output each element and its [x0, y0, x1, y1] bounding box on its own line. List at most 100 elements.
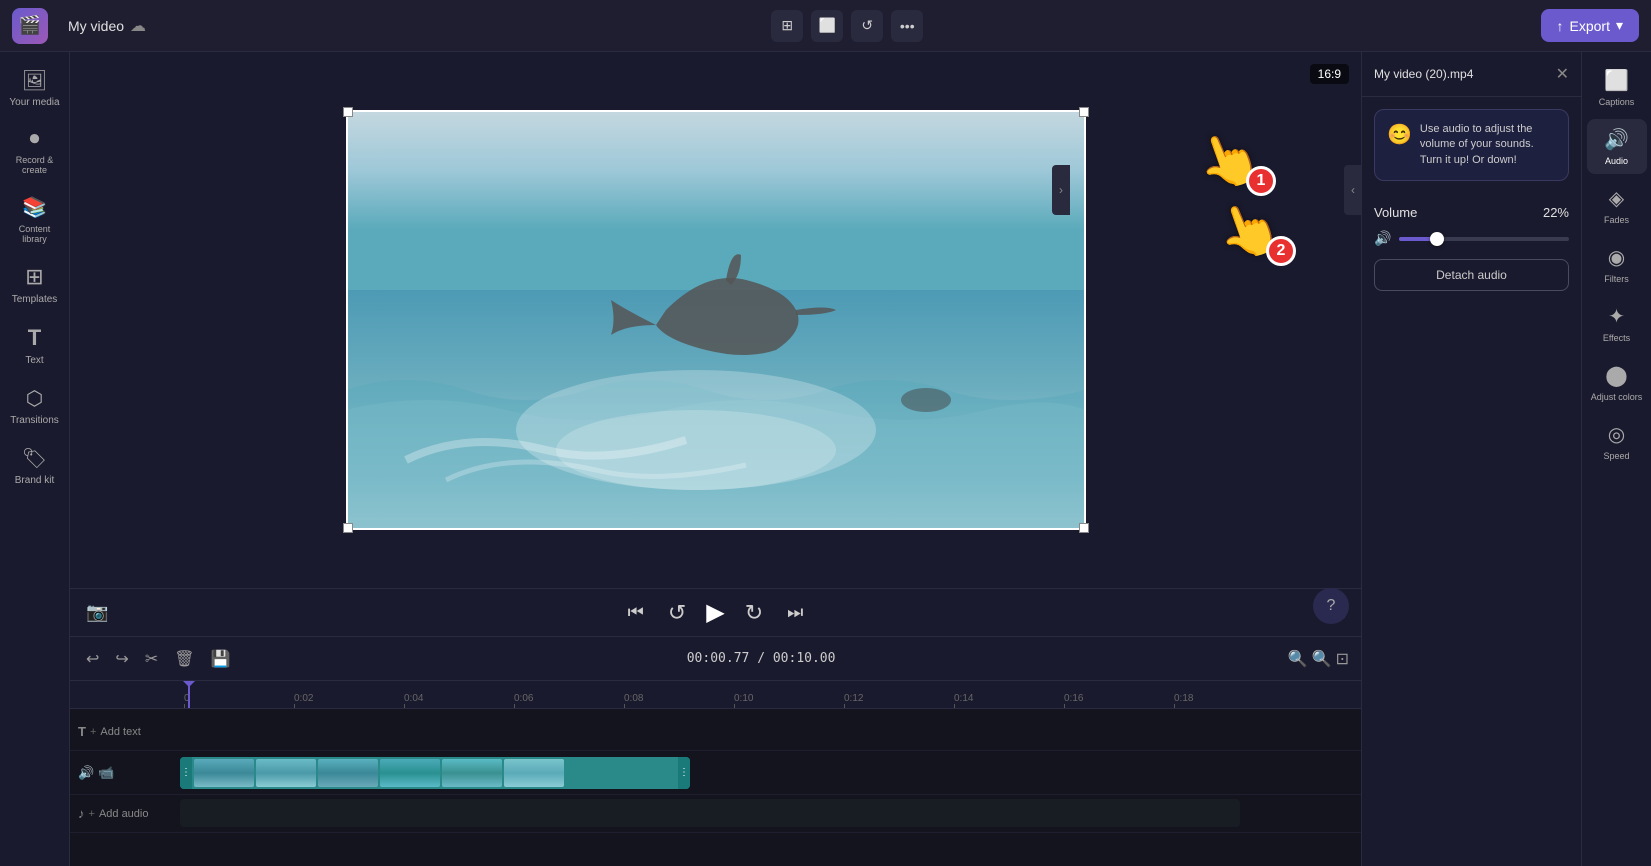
delete-button[interactable]: 🗑	[170, 645, 198, 673]
zoom-in-button[interactable]: 🔍	[1312, 649, 1332, 669]
right-panel: My video (20).mp4 ✕ 😊 Use audio to adjus…	[1361, 52, 1581, 866]
sidebar-item-your-media[interactable]: 🖼 Your media	[5, 60, 65, 116]
fades-icon: ◈	[1609, 186, 1624, 211]
sidebar-item-transitions[interactable]: ⬡ Transitions	[5, 378, 65, 434]
record-icon: ⏺	[30, 128, 40, 151]
close-panel-button[interactable]: ✕	[1556, 64, 1569, 84]
ruler-mark-14: 0:14	[954, 693, 1064, 704]
volume-value: 22%	[1543, 205, 1569, 220]
text-icon: T	[28, 325, 41, 351]
rotate-button[interactable]: ↺	[851, 10, 883, 42]
clip-thumbnail-6	[504, 759, 564, 787]
add-text-button[interactable]: Add text	[100, 726, 140, 738]
video-clip[interactable]: ⋮ ⋮	[180, 757, 690, 789]
content-library-icon: 📚	[22, 195, 47, 220]
volume-section: Volume 22% 🔊	[1362, 193, 1581, 259]
logo-icon: 🎬	[19, 15, 41, 36]
cut-button[interactable]: ✂	[141, 645, 162, 673]
app-logo: 🎬	[12, 8, 48, 44]
timeline-toolbar: ↩ ↪ ✂ 🗑 💾 00:00.77 / 00:10.00 🔍 🔍 ⊡	[70, 637, 1361, 681]
playhead[interactable]	[188, 681, 190, 708]
left-panel-expand-button[interactable]: ‹	[1344, 165, 1361, 215]
zoom-out-button[interactable]: 🔍	[1288, 649, 1308, 669]
text-track-content	[180, 714, 1361, 750]
help-button[interactable]: ?	[1313, 588, 1349, 624]
skip-forward-button[interactable]: ⏭	[783, 598, 807, 627]
sidebar-item-brand-kit[interactable]: 🏷 Brand kit	[5, 438, 65, 494]
more-options-button[interactable]: •••	[891, 10, 923, 42]
volume-slider[interactable]	[1399, 237, 1569, 241]
export-button[interactable]: ↑ Export ▾	[1541, 9, 1640, 42]
video-frame	[346, 110, 1086, 530]
ruler-mark-6: 0:06	[514, 693, 624, 704]
filters-panel-item[interactable]: ◉ Filters	[1587, 237, 1647, 292]
resize-button[interactable]: ⬜	[811, 10, 843, 42]
tooltip-text: Use audio to adjust the volume of your s…	[1420, 122, 1556, 168]
filters-icon: ◉	[1608, 245, 1625, 270]
crop-button[interactable]: ⊞	[771, 10, 803, 42]
sidebar-item-label: Text	[25, 355, 43, 366]
ruler-mark-8: 0:08	[624, 693, 734, 704]
cloud-save-icon: ☁	[130, 16, 146, 36]
current-time: 00:00.77	[687, 651, 750, 666]
timeline-content: 0 0:02 0:04 0:06 0:08 0:10 0:12 0:14 0:1…	[70, 681, 1361, 866]
clip-thumbnail-2	[256, 759, 316, 787]
captions-panel-item[interactable]: ⬜ Captions	[1587, 60, 1647, 115]
audio-panel-icon: 🔊	[1604, 127, 1629, 152]
audio-panel-item[interactable]: 🔊 Audio	[1587, 119, 1647, 174]
export-chevron-icon: ▾	[1616, 17, 1623, 34]
clip-left-handle[interactable]: ⋮	[180, 757, 192, 789]
audio-note-icon: ♪	[78, 806, 85, 821]
clip-right-handle[interactable]: ⋮	[678, 757, 690, 789]
dolphin-video	[346, 110, 1086, 530]
timeline-tracks: T + Add text 🔊 📹	[70, 709, 1361, 837]
time-display: 00:00.77 / 00:10.00	[242, 651, 1279, 666]
audio-track-content-area	[180, 796, 1361, 832]
adjust-colors-panel-item[interactable]: ⬤ Adjust colors	[1587, 355, 1647, 410]
effects-label: Effects	[1603, 333, 1630, 343]
aspect-ratio-badge[interactable]: 16:9	[1310, 64, 1349, 84]
adjust-colors-icon: ⬤	[1605, 363, 1627, 388]
add-audio-button[interactable]: Add audio	[99, 808, 149, 820]
save-frame-button[interactable]: 💾	[207, 645, 235, 673]
right-panel-collapse-button[interactable]: ›	[1052, 165, 1070, 215]
ruler-mark-18: 0:18	[1174, 693, 1284, 704]
screenshot-button[interactable]: 📷	[82, 598, 112, 627]
sidebar-item-content-library[interactable]: 📚 Content library	[5, 187, 65, 252]
fit-zoom-button[interactable]: ⊡	[1336, 649, 1349, 669]
effects-panel-item[interactable]: ✦ Effects	[1587, 296, 1647, 351]
tooltip-emoji: 😊	[1387, 122, 1412, 168]
fades-panel-item[interactable]: ◈ Fades	[1587, 178, 1647, 233]
filters-label: Filters	[1604, 274, 1629, 284]
forward-button[interactable]: ↻	[741, 596, 767, 630]
video-title-button[interactable]: My video ☁	[60, 12, 154, 40]
skip-back-button[interactable]: ⏮	[624, 598, 648, 627]
sidebar-item-text[interactable]: T Text	[5, 317, 65, 374]
add-audio-icon: +	[89, 808, 95, 820]
main-content: 🖼 Your media ⏺ Record &create 📚 Content …	[0, 52, 1651, 866]
rewind-button[interactable]: ↺	[664, 596, 690, 630]
total-time: 00:10.00	[773, 651, 836, 666]
fades-label: Fades	[1604, 215, 1629, 225]
sidebar-item-templates[interactable]: ⊞ Templates	[5, 256, 65, 313]
audio-panel-label: Audio	[1605, 156, 1628, 166]
captions-label: Captions	[1599, 97, 1635, 107]
play-button[interactable]: ▶	[706, 598, 724, 627]
video-preview: 16:9 › ‹	[70, 52, 1361, 588]
timeline-area: ↩ ↪ ✂ 🗑 💾 00:00.77 / 00:10.00 🔍 🔍 ⊡	[70, 636, 1361, 866]
right-panel-header: My video (20).mp4 ✕	[1362, 52, 1581, 97]
redo-button[interactable]: ↪	[111, 645, 132, 673]
detach-audio-button[interactable]: Detach audio	[1374, 259, 1569, 291]
text-track-label: T + Add text	[70, 724, 180, 739]
playback-controls: 📷 ⏮ ↺ ▶ ↻ ⏭ ⛶	[70, 588, 1361, 636]
audio-waveform	[180, 799, 1240, 827]
undo-button[interactable]: ↩	[82, 645, 103, 673]
speed-panel-item[interactable]: ◎ Speed	[1587, 414, 1647, 469]
ruler-mark-16: 0:16	[1064, 693, 1174, 704]
video-track-label: 🔊 📹	[70, 765, 180, 781]
video-track-content: ⋮ ⋮	[180, 755, 1361, 791]
volume-slider-thumb[interactable]	[1430, 232, 1444, 246]
sidebar-item-record[interactable]: ⏺ Record &create	[5, 120, 65, 183]
panel-title: My video (20).mp4	[1374, 67, 1473, 81]
templates-icon: ⊞	[25, 264, 43, 290]
